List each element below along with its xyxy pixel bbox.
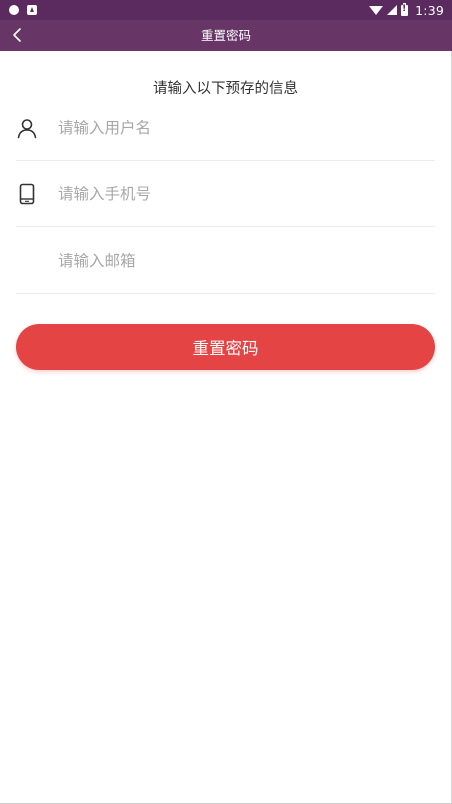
username-input[interactable] — [58, 107, 435, 148]
status-left — [9, 5, 37, 15]
notification-dot-icon — [9, 5, 19, 15]
page-title: 重置密码 — [200, 28, 251, 43]
battery-alert-icon — [401, 2, 409, 16]
phone-row — [16, 161, 435, 227]
phone-input[interactable] — [58, 173, 435, 214]
user-icon — [16, 117, 38, 139]
email-input[interactable] — [58, 240, 435, 281]
status-time: 1:39 — [415, 2, 444, 18]
wifi-icon — [369, 6, 384, 15]
reset-password-button[interactable]: 重置密码 — [16, 324, 435, 370]
username-row — [16, 95, 435, 161]
app-a-icon — [27, 5, 37, 15]
email-row — [16, 228, 435, 294]
signal-icon — [387, 5, 398, 15]
status-bar: 1:39 — [0, 0, 452, 20]
status-right: 1:39 — [369, 2, 444, 18]
app-bar: 重置密码 — [0, 20, 452, 51]
phone-icon — [16, 183, 38, 205]
reset-password-screen: 1:39 重置密码 请输入以下预存的信息 — [0, 0, 452, 804]
